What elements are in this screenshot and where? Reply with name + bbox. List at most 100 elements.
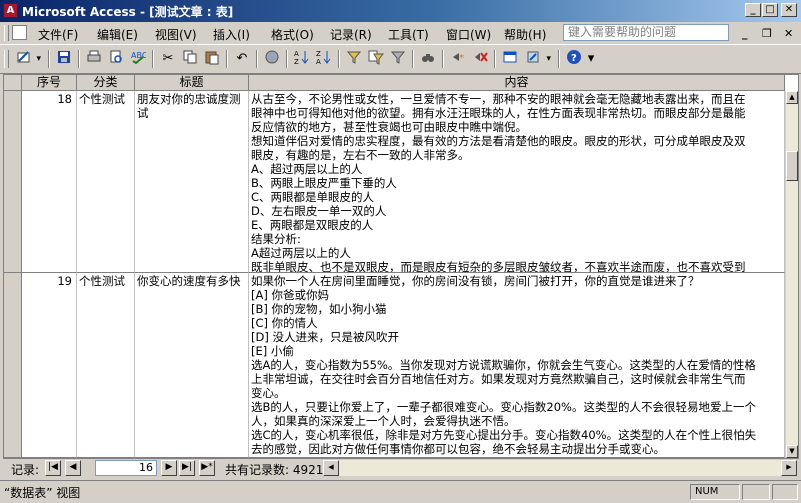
toolbar-separator: [78, 50, 80, 68]
datasheet: 序号 分类 标题 内容 18 个性测试 朋友对你的忠诚度测试 从古至今，不论男性…: [3, 74, 799, 459]
toolbar-grip[interactable]: [4, 50, 9, 68]
scroll-down-icon[interactable]: ▼: [786, 445, 798, 458]
new-record-icon[interactable]: *: [448, 49, 468, 69]
svg-text:?: ?: [571, 53, 577, 64]
toolbar-separator: [442, 50, 444, 68]
copy-icon[interactable]: [180, 49, 200, 69]
print-icon[interactable]: [84, 49, 104, 69]
content-line: 眼神中也可得知他对他的欲望。拥有水汪汪眼珠的人，在性方面表现非常热切。而眼皮部分…: [251, 106, 746, 120]
toolbar-separator: [152, 50, 154, 68]
filter-by-selection-icon[interactable]: [344, 49, 364, 69]
database-window-icon[interactable]: [500, 49, 520, 69]
previous-record-button[interactable]: ◀: [65, 460, 81, 476]
content-line: B、两眼上眼皮严重下垂的人: [251, 176, 397, 190]
record-nav-label: 记录:: [11, 463, 40, 477]
spelling-icon[interactable]: ABC: [128, 49, 148, 69]
next-record-button[interactable]: ▶: [161, 460, 177, 476]
scroll-up-icon[interactable]: ▲: [786, 91, 798, 104]
menu-insert[interactable]: 插入(I): [213, 26, 250, 43]
column-header-title[interactable]: 标题: [135, 75, 249, 91]
record-selector[interactable]: [4, 91, 22, 273]
insert-hyperlink-icon[interactable]: [262, 49, 282, 69]
select-all-corner[interactable]: [4, 75, 22, 91]
window-title: Microsoft Access - [测试文章 : 表]: [22, 5, 234, 19]
paste-icon[interactable]: [202, 49, 222, 69]
toolbar-separator: [558, 50, 560, 68]
child-restore-icon[interactable]: ❐: [762, 27, 772, 40]
last-record-button[interactable]: ▶|: [179, 460, 195, 476]
menu-edit[interactable]: 编辑(E): [97, 26, 138, 43]
content-line: A超过两层以上的人: [251, 246, 351, 260]
access-app-icon[interactable]: A: [3, 3, 18, 18]
filter-by-form-icon[interactable]: [366, 49, 386, 69]
print-preview-icon[interactable]: [106, 49, 126, 69]
content-line: 去的感觉，因此对方做任何事情你都可以包容，绝不会轻易主动提出分手或变心。: [251, 442, 665, 456]
table-cell-category[interactable]: 个性测试: [77, 273, 135, 458]
status-view-text: “数据表” 视图: [4, 486, 81, 500]
content-line: [C] 你的情人: [251, 316, 318, 330]
menubar-grip[interactable]: [4, 25, 9, 41]
menu-view[interactable]: 视图(V): [155, 26, 197, 43]
undo-icon[interactable]: ↶: [232, 49, 252, 69]
minimize-button[interactable]: _: [745, 3, 761, 17]
menu-records[interactable]: 记录(R): [330, 26, 372, 43]
content-line: 反应情欲的地方，甚至性衰竭也可由眼皮中瞧中端倪。: [251, 120, 527, 134]
toolbar-separator: [494, 50, 496, 68]
sort-descending-icon[interactable]: ZA: [314, 49, 334, 69]
menu-format[interactable]: 格式(O): [271, 26, 314, 43]
child-close-icon[interactable]: ✕: [784, 27, 793, 40]
menu-file[interactable]: 文件(F): [38, 26, 78, 43]
maximize-button[interactable]: □: [762, 3, 778, 17]
menu-tools[interactable]: 工具(T): [388, 26, 429, 43]
toolbar-separator: [338, 50, 340, 68]
toolbar-separator: [226, 50, 228, 68]
title-bar: A Microsoft Access - [测试文章 : 表] _ □ ✕: [0, 0, 801, 22]
vertical-scrollbar[interactable]: ▲ ▼: [785, 91, 798, 458]
column-header-category[interactable]: 分类: [77, 75, 135, 91]
column-header-content[interactable]: 内容: [249, 75, 785, 91]
first-record-button[interactable]: |◀: [45, 460, 61, 476]
table-cell-title[interactable]: 朋友对你的忠诚度测试: [135, 91, 249, 273]
content-line: 如果你一个人在房间里面睡觉，你的房间没有锁，房间门被打开，你的直觉是谁进来了？: [251, 274, 700, 288]
apply-filter-icon[interactable]: [388, 49, 408, 69]
table-cell-id[interactable]: 19: [22, 273, 77, 458]
menu-help[interactable]: 帮助(H): [504, 26, 546, 43]
table-cell-content[interactable]: 从古至今，不论男性或女性，一旦爱情不专一，那种不安的眼神就会毫无隐藏地表露出来，…: [249, 91, 785, 273]
design-view-icon[interactable]: [14, 49, 41, 69]
column-header-id[interactable]: 序号: [22, 75, 77, 91]
find-icon[interactable]: [418, 49, 438, 69]
toolbar-separator: [412, 50, 414, 68]
horizontal-scrollbar[interactable]: ◀ ▶: [323, 460, 797, 476]
help-question-input[interactable]: 键入需要帮助的问题: [563, 24, 729, 41]
toolbar: ABC ✂ ↶ AZ ZA * ? ▾: [0, 45, 801, 74]
menu-window[interactable]: 窗口(W): [446, 26, 491, 43]
delete-record-icon[interactable]: [470, 49, 490, 69]
table-cell-content[interactable]: 如果你一个人在房间里面睡觉，你的房间没有锁，房间门被打开，你的直觉是谁进来了？ …: [249, 273, 785, 458]
content-line: 结果分析:: [251, 232, 301, 246]
scroll-left-icon[interactable]: ◀: [323, 460, 339, 476]
child-minimize-icon[interactable]: _: [742, 27, 748, 40]
svg-text:A: A: [294, 50, 299, 58]
current-record-input[interactable]: 16: [95, 460, 157, 476]
scroll-right-icon[interactable]: ▶: [781, 460, 797, 476]
scroll-thumb[interactable]: [786, 151, 798, 181]
toolbar-options-icon[interactable]: ▾: [586, 49, 596, 69]
table-cell-category[interactable]: 个性测试: [77, 91, 135, 273]
close-button[interactable]: ✕: [781, 3, 797, 17]
status-panel: [772, 484, 798, 500]
new-record-button[interactable]: ▶*: [199, 460, 215, 476]
status-bar: “数据表” 视图 NUM: [0, 480, 801, 503]
table-cell-id[interactable]: 18: [22, 91, 77, 273]
toolbar-separator: [48, 50, 50, 68]
new-object-icon[interactable]: [524, 49, 551, 69]
help-icon[interactable]: ?: [564, 49, 584, 69]
table-cell-title[interactable]: 你变心的速度有多快: [135, 273, 249, 458]
cut-icon[interactable]: ✂: [158, 49, 178, 69]
num-lock-indicator: NUM: [690, 484, 740, 500]
save-icon[interactable]: [54, 49, 74, 69]
record-selector[interactable]: [4, 273, 22, 458]
svg-text:A: A: [316, 58, 321, 65]
table-window-icon[interactable]: [12, 25, 27, 40]
content-line: [D] 没人进来，只是被风吹开: [251, 330, 399, 344]
sort-ascending-icon[interactable]: AZ: [292, 49, 312, 69]
